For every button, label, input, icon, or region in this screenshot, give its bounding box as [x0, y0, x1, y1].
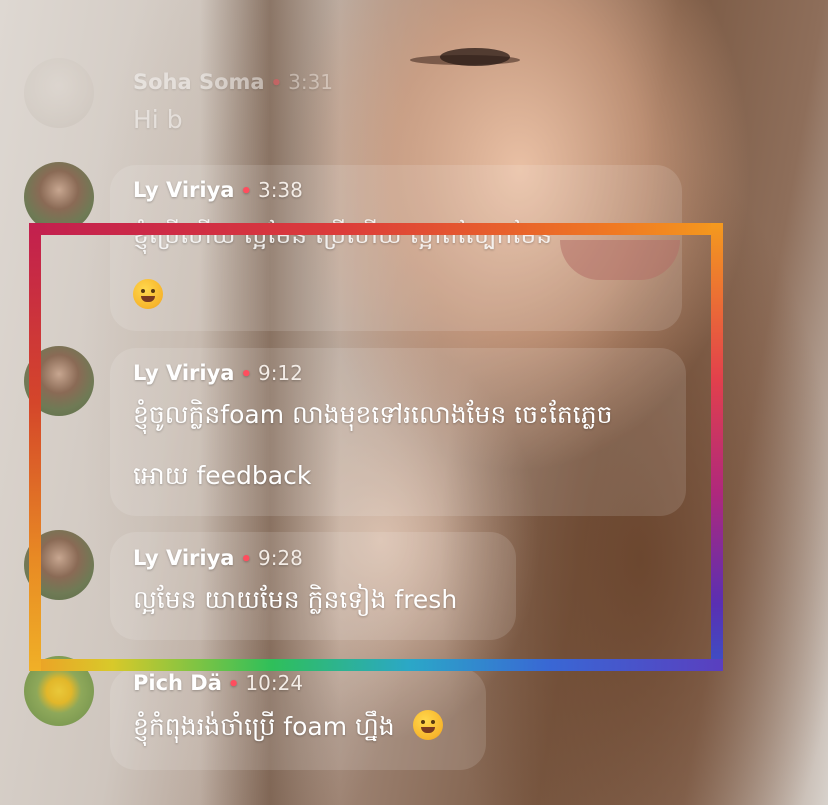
commenter-name[interactable]: Ly Viriya • 9:28	[133, 546, 303, 570]
comment-text: អោយ feedback	[133, 461, 312, 490]
separator-dot: •	[240, 181, 252, 202]
rolling-on-floor-laughing-emoji-icon	[133, 279, 163, 309]
smiling-face-emoji-icon	[412, 710, 443, 740]
comment-text: ខ្ញុំកំពុងរង់ចាំប្រើ foam ហ្នឹង	[133, 712, 395, 741]
avatar[interactable]	[24, 346, 94, 416]
avatar[interactable]	[24, 530, 94, 600]
commenter-name[interactable]: Ly Viriya • 9:12	[133, 361, 303, 385]
comment-time: 10:24	[245, 671, 304, 695]
avatar[interactable]	[24, 58, 94, 128]
comment-emoji-line	[133, 266, 163, 326]
comment-text: ល្អមែន យាយមែន ក្លិនទៀង fresh	[133, 585, 458, 614]
comment-time: 9:28	[257, 546, 303, 570]
avatar[interactable]	[24, 656, 94, 726]
comment-time: 3:38	[257, 178, 303, 202]
commenter-name-text: Ly Viriya	[133, 178, 235, 202]
commenter-name[interactable]: Pich Dä • 10:24	[133, 671, 303, 695]
separator-dot: •	[240, 364, 252, 385]
comment-text-line: ខ្ញុំកំពុងរង់ចាំប្រើ foam ហ្នឹង	[133, 697, 443, 757]
commenter-name-text: Pich Dä	[133, 671, 222, 695]
comment-text: ខ្ញុំប្រើហើយ​ ល្អមែន ប្រើហើយ​ ស្អាតស្បែក…	[133, 220, 553, 249]
live-video-stage: Soha Soma • 3:31 Hi b Ly Viriya • 3:38 ខ្ញុំ…	[0, 0, 828, 805]
avatar[interactable]	[24, 162, 94, 232]
separator-dot: •	[270, 73, 283, 94]
commenter-name-text: Ly Viriya	[133, 361, 235, 385]
separator-dot: •	[240, 549, 252, 570]
comment-time: 3:31	[288, 70, 334, 94]
commenter-name-text: Ly Viriya	[133, 546, 235, 570]
video-eye	[440, 48, 510, 66]
comment-time: 9:12	[257, 361, 303, 385]
comment-text: ខ្ញុំចូលក្លិនfoam លាងមុខទៅរលោងមែន ចេះតែភ…	[133, 400, 613, 429]
separator-dot: •	[227, 674, 240, 695]
comment-text: Hi b	[133, 105, 183, 134]
commenter-name[interactable]: Ly Viriya • 3:38	[133, 178, 303, 202]
